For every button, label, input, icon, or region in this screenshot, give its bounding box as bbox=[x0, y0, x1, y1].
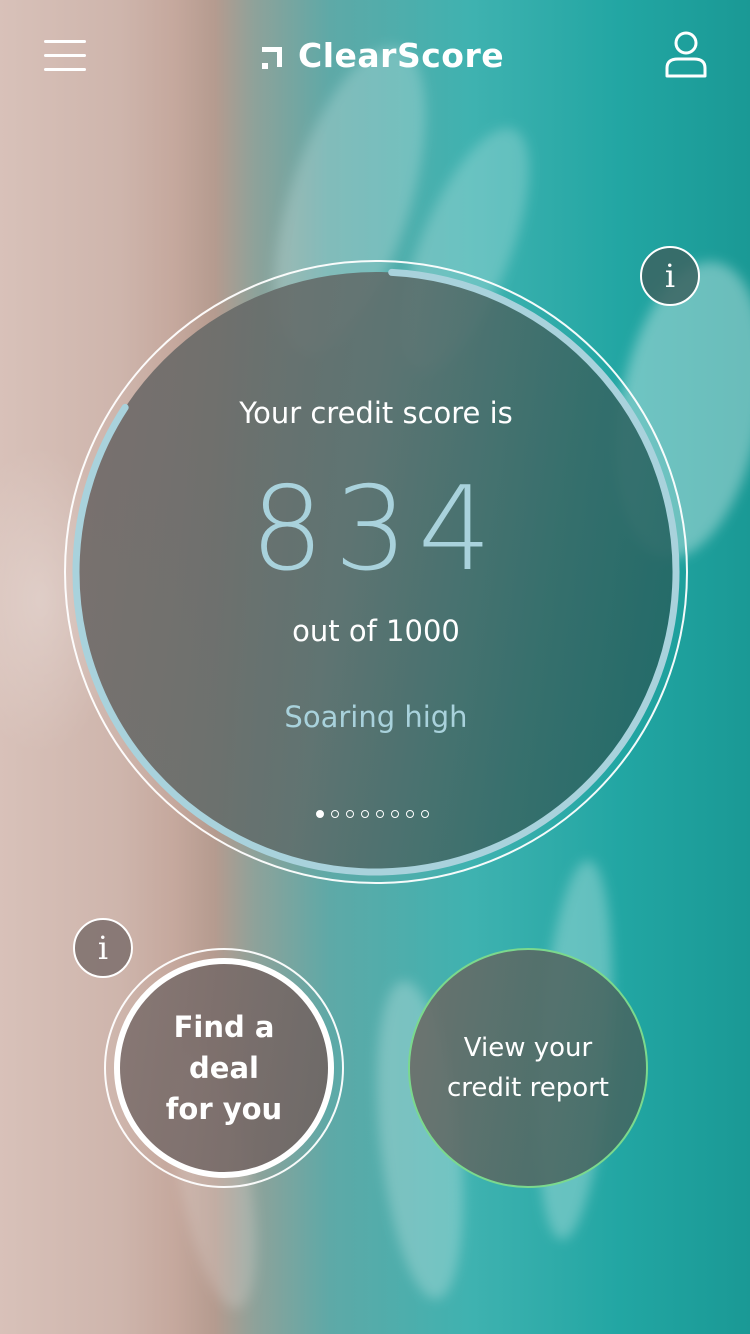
view-credit-report-button[interactable]: View your credit report bbox=[408, 948, 648, 1188]
clearscore-logo-icon bbox=[262, 41, 288, 71]
menu-bar bbox=[44, 40, 86, 43]
page-indicator-dot[interactable] bbox=[406, 810, 414, 818]
page-indicator-dot[interactable] bbox=[331, 810, 339, 818]
deal-label-line: Find a deal bbox=[173, 1009, 275, 1085]
score-heading: Your credit score is bbox=[239, 396, 513, 430]
app-logo: ClearScore bbox=[262, 36, 504, 75]
score-info-icon[interactable]: i bbox=[640, 246, 700, 306]
find-a-deal-button[interactable]: Find a deal for you bbox=[114, 958, 334, 1178]
user-profile-icon[interactable] bbox=[664, 30, 708, 78]
page-indicator-dot[interactable] bbox=[361, 810, 369, 818]
page-indicator-dot[interactable] bbox=[316, 810, 324, 818]
report-label-line: View your bbox=[463, 1033, 593, 1063]
find-a-deal-label: Find a deal for you bbox=[139, 1007, 309, 1130]
info-glyph: i bbox=[97, 929, 109, 967]
menu-bar bbox=[44, 68, 86, 71]
page-indicator-dot[interactable] bbox=[346, 810, 354, 818]
info-glyph: i bbox=[664, 257, 676, 295]
menu-bar bbox=[44, 54, 86, 57]
dashboard-screen: ClearScore Your credit score is 834 out … bbox=[0, 0, 750, 1334]
page-indicator-dot[interactable] bbox=[391, 810, 399, 818]
credit-score-value: 834 bbox=[250, 462, 502, 597]
hamburger-menu-icon[interactable] bbox=[44, 40, 86, 72]
deal-info-icon[interactable]: i bbox=[73, 918, 133, 978]
score-status-label: Soaring high bbox=[284, 700, 468, 734]
logo-text: ClearScore bbox=[298, 36, 505, 75]
view-credit-report-label: View your credit report bbox=[433, 1028, 623, 1108]
score-max-label: out of 1000 bbox=[292, 614, 460, 648]
report-label-line: credit report bbox=[446, 1073, 609, 1103]
page-indicator-dot[interactable] bbox=[376, 810, 384, 818]
page-indicator-dot[interactable] bbox=[421, 810, 429, 818]
deal-label-line: for you bbox=[165, 1091, 283, 1126]
page-indicator bbox=[316, 810, 429, 818]
